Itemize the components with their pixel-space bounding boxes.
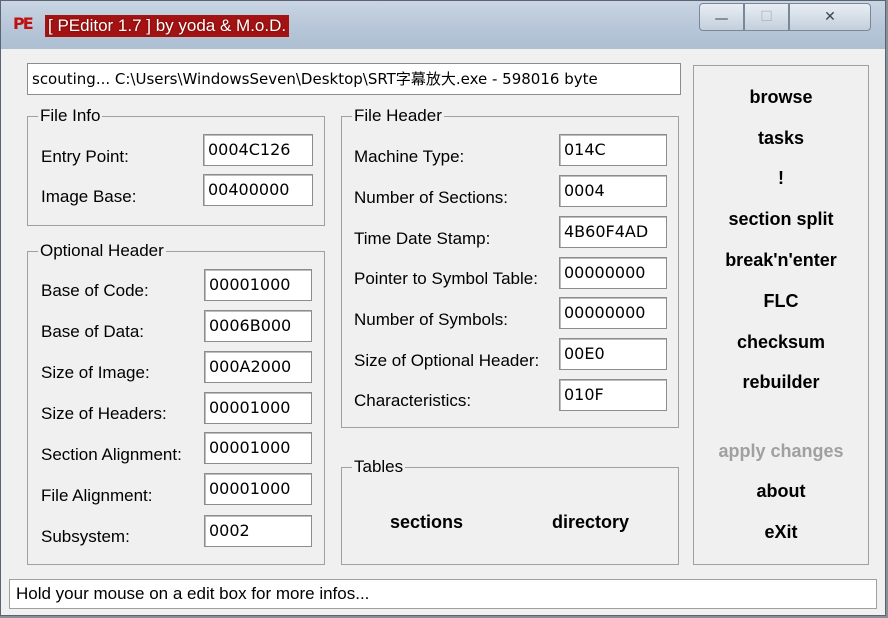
time-date-stamp-label: Time Date Stamp:: [354, 229, 491, 248]
file-alignment-field[interactable]: 00001000: [204, 473, 312, 505]
title-bar[interactable]: PE [ PEditor 1.7 ] by yoda & M.o.D. — ☐ …: [1, 1, 885, 49]
number-of-sections-label: Number of Sections:: [354, 188, 509, 207]
file-info-group: File Info Entry Point: 0004C126 Image Ba…: [27, 106, 325, 226]
section-alignment-label: Section Alignment:: [41, 445, 182, 464]
actions-panel: browse tasks ! section split break'n'ent…: [693, 65, 869, 565]
section-split-button[interactable]: section split: [694, 209, 868, 230]
subsystem-field[interactable]: 0002: [204, 515, 312, 547]
optional-header-group: Optional Header Base of Code: 00001000 B…: [27, 241, 325, 565]
window-title: [ PEditor 1.7 ] by yoda & M.o.D.: [45, 15, 290, 37]
number-of-sections-field[interactable]: 0004: [559, 175, 667, 207]
file-header-group: File Header Machine Type: 014C Number of…: [341, 106, 679, 428]
pe-app-icon[interactable]: PE: [13, 13, 39, 35]
base-of-code-field[interactable]: 00001000: [204, 269, 312, 301]
maximize-button[interactable]: ☐: [744, 3, 789, 31]
image-base-field[interactable]: 00400000: [203, 174, 313, 206]
close-button[interactable]: ✕: [789, 3, 871, 31]
characteristics-field[interactable]: 010F: [559, 379, 667, 411]
sections-button[interactable]: sections: [390, 512, 463, 533]
base-of-data-field[interactable]: 0006B000: [204, 310, 312, 342]
browse-button[interactable]: browse: [694, 87, 868, 108]
number-of-symbols-field[interactable]: 00000000: [559, 297, 667, 329]
status-bar: Hold your mouse on a edit box for more i…: [9, 579, 877, 609]
number-of-symbols-label: Number of Symbols:: [354, 310, 508, 329]
entry-point-field[interactable]: 0004C126: [203, 134, 313, 166]
client-area: scouting... C:\Users\WindowsSeven\Deskto…: [9, 49, 877, 579]
file-header-title: File Header: [352, 106, 444, 126]
break-n-enter-button[interactable]: break'n'enter: [694, 250, 868, 271]
size-of-image-label: Size of Image:: [41, 363, 150, 382]
entry-point-label: Entry Point:: [41, 147, 129, 166]
apply-changes-button[interactable]: apply changes: [694, 441, 868, 462]
base-of-code-label: Base of Code:: [41, 281, 149, 300]
file-path-field[interactable]: scouting... C:\Users\WindowsSeven\Deskto…: [27, 63, 681, 95]
tasks-button[interactable]: tasks: [694, 128, 868, 149]
minimize-icon: —: [714, 11, 729, 27]
flc-button[interactable]: FLC: [694, 291, 868, 312]
time-date-stamp-field[interactable]: 4B60F4AD: [559, 216, 667, 248]
close-icon: ✕: [824, 9, 836, 25]
optional-header-title: Optional Header: [38, 241, 166, 261]
machine-type-field[interactable]: 014C: [559, 134, 667, 166]
peditor-window: PE [ PEditor 1.7 ] by yoda & M.o.D. — ☐ …: [0, 0, 886, 616]
file-alignment-label: File Alignment:: [41, 486, 153, 505]
section-alignment-field[interactable]: 00001000: [204, 432, 312, 464]
subsystem-label: Subsystem:: [41, 527, 130, 546]
maximize-icon: ☐: [760, 9, 773, 25]
size-of-headers-field[interactable]: 00001000: [204, 392, 312, 424]
minimize-button[interactable]: —: [699, 3, 744, 31]
size-of-optional-header-label: Size of Optional Header:: [354, 351, 540, 370]
pointer-to-symbol-table-field[interactable]: 00000000: [559, 257, 667, 289]
rebuilder-button[interactable]: rebuilder: [694, 372, 868, 393]
image-base-label: Image Base:: [41, 187, 137, 206]
about-button[interactable]: about: [694, 481, 868, 502]
size-of-optional-header-field[interactable]: 00E0: [559, 338, 667, 370]
machine-type-label: Machine Type:: [354, 147, 465, 166]
base-of-data-label: Base of Data:: [41, 322, 145, 341]
directory-button[interactable]: directory: [552, 512, 629, 533]
checksum-button[interactable]: checksum: [694, 332, 868, 353]
file-info-title: File Info: [38, 106, 103, 126]
characteristics-label: Characteristics:: [354, 391, 472, 410]
bang-button[interactable]: !: [694, 168, 868, 189]
tables-title: Tables: [352, 457, 406, 477]
exit-button[interactable]: eXit: [694, 522, 868, 543]
pointer-to-symbol-table-label: Pointer to Symbol Table:: [354, 269, 538, 288]
tables-group: Tables sections directory: [341, 457, 679, 565]
size-of-image-field[interactable]: 000A2000: [204, 351, 312, 383]
size-of-headers-label: Size of Headers:: [41, 404, 167, 423]
